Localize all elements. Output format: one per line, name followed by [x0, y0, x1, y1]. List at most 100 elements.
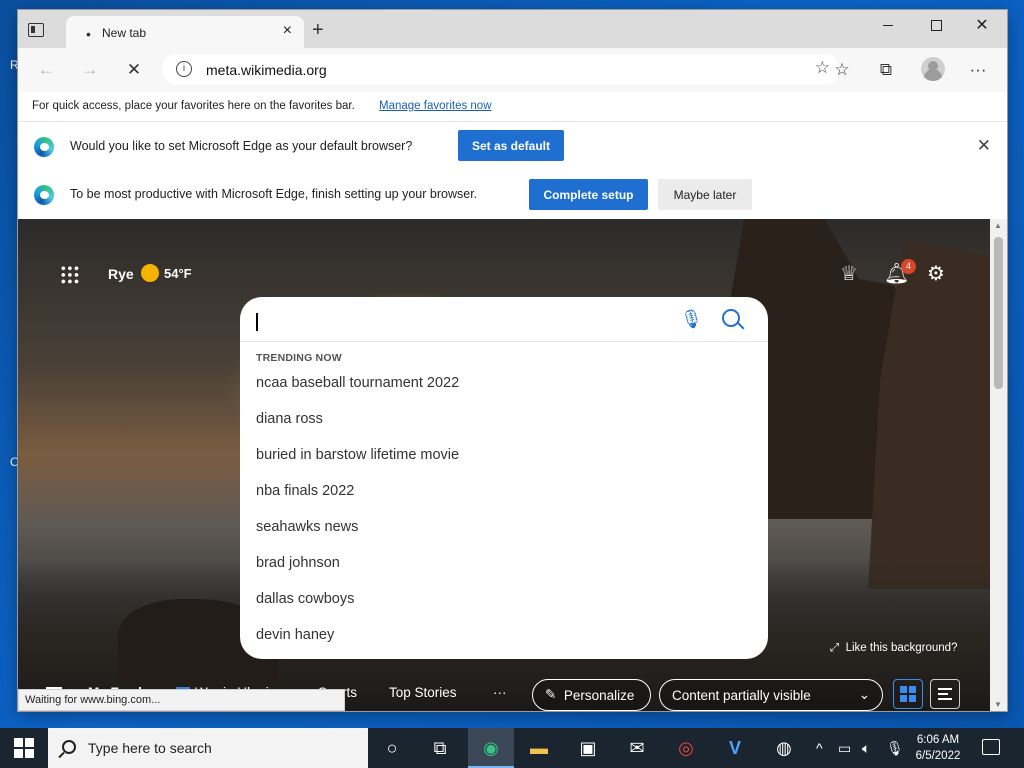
search-icon: [62, 740, 76, 754]
chevron-down-icon: ⌄: [858, 687, 870, 702]
toolbar: ← → ✕ i meta.wikimedia.org ☆ ☆ ⧉ ···: [18, 48, 1007, 92]
chrome-icon[interactable]: ◎: [672, 734, 700, 762]
scroll-up-icon[interactable]: ▲: [994, 221, 1002, 230]
list-icon: [938, 688, 952, 700]
tab-new-tab[interactable]: • New tab ×: [66, 16, 304, 48]
edge-icon[interactable]: ◉: [477, 734, 505, 762]
search-dropdown: 🎙︎ TRENDING NOW ncaa baseball tournament…: [240, 297, 768, 659]
expand-icon: ⤢: [830, 642, 840, 654]
browser-window: • New tab × + ✕ ← → ✕ i meta.wikimedia.o…: [18, 10, 1007, 711]
favorites-icon[interactable]: ☆: [830, 58, 854, 82]
grid-layout-button[interactable]: [893, 679, 923, 709]
weather-location[interactable]: Rye: [108, 266, 134, 282]
pencil-icon: ✎: [545, 687, 557, 702]
file-explorer-icon[interactable]: ▬: [525, 734, 553, 762]
close-icon[interactable]: ✕: [977, 136, 991, 156]
notifications-icon[interactable]: [982, 739, 1000, 755]
back-icon[interactable]: ←: [34, 58, 58, 82]
rewards-icon[interactable]: ♕: [840, 261, 858, 286]
edge-logo-icon: [34, 137, 54, 157]
loading-dot-icon: •: [86, 26, 91, 42]
divider: [240, 341, 768, 342]
infobar-message: To be most productive with Microsoft Edg…: [70, 187, 478, 201]
list-layout-button[interactable]: [930, 679, 960, 709]
store-icon[interactable]: ▣: [574, 734, 602, 762]
apps-icon[interactable]: [60, 265, 80, 285]
address-bar[interactable]: i meta.wikimedia.org ☆: [162, 54, 840, 85]
windows-start-icon[interactable]: [14, 738, 34, 758]
tab-top-stories[interactable]: Top Stories: [389, 685, 457, 700]
infobar-message: Would you like to set Microsoft Edge as …: [70, 139, 413, 153]
microphone-icon[interactable]: 🎙︎: [886, 740, 904, 757]
grid-icon: [900, 686, 916, 702]
add-favorite-icon[interactable]: ☆: [815, 58, 830, 78]
content-visibility-label: Content partially visible: [672, 687, 811, 703]
minimize-icon[interactable]: [865, 10, 911, 40]
info-icon[interactable]: i: [176, 61, 192, 77]
trending-item[interactable]: diana ross: [256, 411, 459, 447]
like-background-link[interactable]: ⤢ Like this background?: [830, 642, 957, 655]
task-view-icon[interactable]: ⧉: [426, 734, 454, 762]
close-tab-icon[interactable]: ×: [283, 22, 292, 40]
scrollbar[interactable]: ▲ ▼: [990, 219, 1007, 711]
trending-item[interactable]: nba finals 2022: [256, 483, 459, 519]
title-bar: • New tab × + ✕: [18, 10, 1007, 48]
like-background-label: Like this background?: [845, 642, 958, 654]
status-bar: Waiting for www.bing.com...: [18, 689, 345, 711]
trending-item[interactable]: ncaa baseball tournament 2022: [256, 375, 459, 411]
more-icon[interactable]: ···: [966, 58, 990, 82]
more-feed-icon[interactable]: ···: [493, 685, 507, 700]
clock-date: 6/5/2022: [915, 750, 961, 762]
notification-badge: 4: [901, 259, 916, 274]
address-url[interactable]: meta.wikimedia.org: [206, 62, 327, 78]
sun-icon: [141, 264, 159, 282]
favorites-bar-message: For quick access, place your favorites h…: [32, 100, 355, 112]
new-tab-page: Rye 54°F ♕ 🔔︎ 4 ⚙ 🎙︎ TRENDING NOW ncaa b…: [18, 219, 990, 711]
scroll-down-icon[interactable]: ▼: [994, 700, 1002, 709]
personalize-label: Personalize: [563, 687, 635, 703]
trending-item[interactable]: devin haney: [256, 627, 459, 663]
maybe-later-button[interactable]: Maybe later: [658, 179, 752, 210]
taskbar-search-placeholder: Type here to search: [88, 740, 212, 756]
mic-icon[interactable]: 🎙︎: [680, 309, 703, 330]
taskbar-search[interactable]: Type here to search: [48, 728, 368, 768]
default-browser-infobar: Would you like to set Microsoft Edge as …: [18, 122, 1007, 172]
favorites-bar: For quick access, place your favorites h…: [18, 92, 1007, 122]
taskbar: Type here to search ○ ⧉ ◉ ▬ ▣ ✉ ◎ V ◍ ^ …: [0, 728, 1024, 768]
complete-setup-button[interactable]: Complete setup: [529, 179, 648, 210]
trending-item[interactable]: dallas cowboys: [256, 591, 459, 627]
trending-item[interactable]: brad johnson: [256, 555, 459, 591]
mail-icon[interactable]: ✉: [623, 734, 651, 762]
volume-icon[interactable]: 🔈︎: [862, 740, 870, 757]
stop-icon[interactable]: ✕: [122, 58, 146, 82]
clock[interactable]: 6:06 AM 6/5/2022: [906, 732, 970, 764]
search-icon[interactable]: [722, 309, 740, 327]
forward-icon[interactable]: →: [78, 58, 102, 82]
settings-icon[interactable]: ⚙: [927, 261, 945, 286]
cortana-icon[interactable]: ○: [378, 734, 406, 762]
trending-header: TRENDING NOW: [256, 352, 342, 364]
clock-time: 6:06 AM: [916, 734, 960, 746]
setup-infobar: To be most productive with Microsoft Edg…: [18, 170, 1007, 220]
personalize-button[interactable]: ✎ Personalize: [532, 679, 651, 711]
collections-icon[interactable]: ⧉: [874, 58, 898, 82]
scrollbar-thumb[interactable]: [994, 237, 1003, 389]
close-window-icon[interactable]: ✕: [959, 10, 1005, 40]
content-visibility-select[interactable]: Content partially visible ⌄: [659, 679, 883, 711]
show-hidden-icons-icon[interactable]: ^: [816, 740, 823, 756]
trending-item[interactable]: buried in barstow lifetime movie: [256, 447, 459, 483]
network-icon[interactable]: ▭: [838, 740, 851, 757]
tab-actions-icon[interactable]: [28, 23, 44, 37]
profile-icon[interactable]: [921, 57, 945, 81]
app-v-icon[interactable]: V: [721, 734, 749, 762]
obs-icon[interactable]: ◍: [770, 734, 798, 762]
set-as-default-button[interactable]: Set as default: [458, 130, 564, 161]
weather-temperature[interactable]: 54°F: [164, 266, 192, 281]
maximize-icon[interactable]: [913, 10, 959, 40]
manage-favorites-link[interactable]: Manage favorites now: [379, 100, 492, 112]
edge-logo-icon: [34, 185, 54, 205]
trending-item[interactable]: seahawks news: [256, 519, 459, 555]
search-input[interactable]: [256, 313, 258, 331]
trending-list: ncaa baseball tournament 2022 diana ross…: [256, 375, 459, 663]
plus-icon[interactable]: +: [312, 20, 324, 40]
